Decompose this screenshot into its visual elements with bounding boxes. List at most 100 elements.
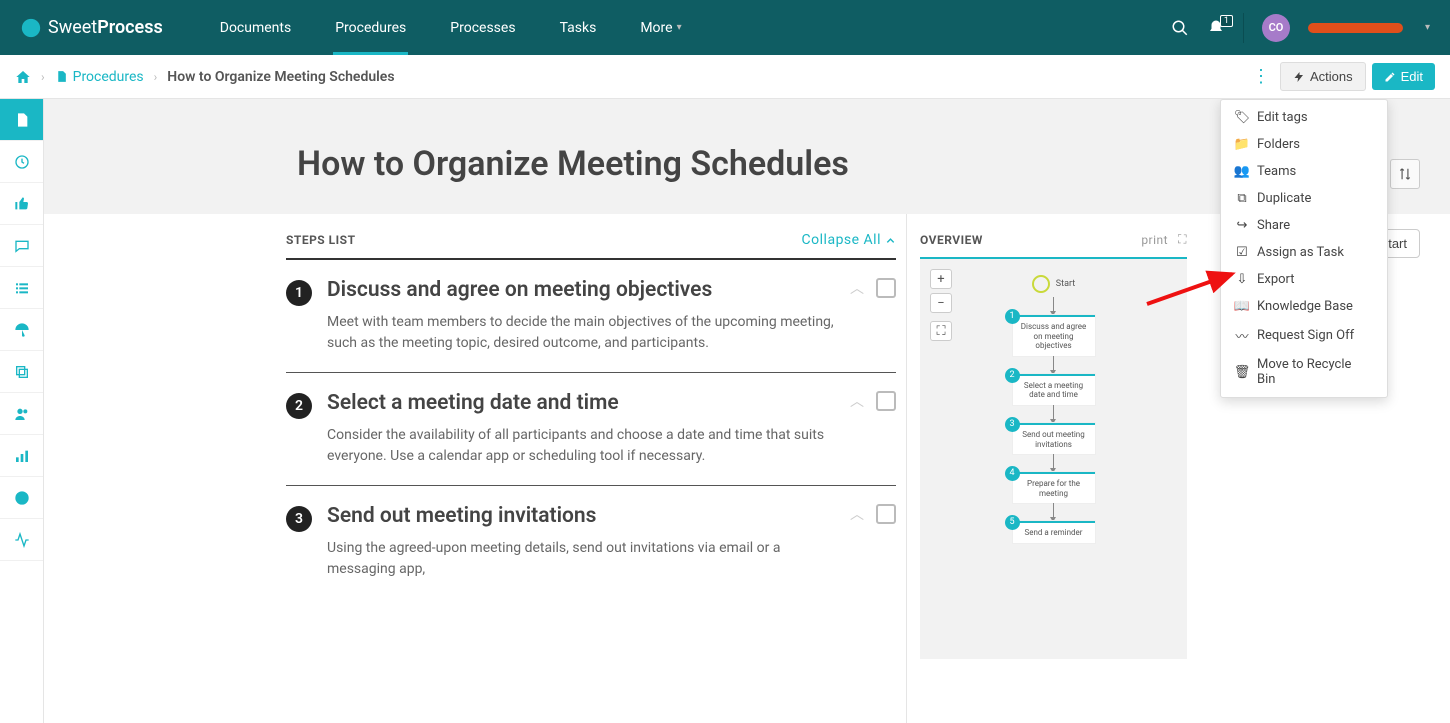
step-collapse-icon[interactable]: ︿ (850, 391, 864, 411)
print-button[interactable]: print (1141, 233, 1168, 247)
avatar[interactable]: CO (1262, 14, 1290, 42)
sidebar-item-chat[interactable] (0, 225, 43, 267)
dd-duplicate[interactable]: ⧉ Duplicate (1221, 185, 1387, 212)
crumb-procedures[interactable]: Procedures (55, 69, 144, 85)
sidebar-item-umbrella[interactable] (0, 309, 43, 351)
flow-node-label: Select a meeting date and time (1024, 381, 1083, 400)
activity-icon (14, 532, 30, 548)
flow-node[interactable]: 5Send a reminder (1013, 521, 1095, 543)
dd-label: Assign as Task (1257, 245, 1344, 260)
flow-node[interactable]: 4Prepare for the meeting (1013, 472, 1095, 503)
breadcrumb-bar: › Procedures › How to Organize Meeting S… (0, 55, 1450, 99)
nav-right: 1 CO ▾ (1171, 13, 1430, 43)
flow-start-node[interactable] (1032, 275, 1050, 293)
overview-title: OVERVIEW (920, 233, 983, 247)
flow-node[interactable]: 1Discuss and agree on meeting objectives (1013, 315, 1095, 356)
sidebar-item-activity[interactable] (0, 519, 43, 561)
page-title: How to Organize Meeting Schedules (297, 144, 1197, 184)
expand-icon[interactable]: ⛶ (1178, 232, 1187, 247)
dd-share[interactable]: ↪ Share (1221, 212, 1387, 239)
notifications-button[interactable]: 1 (1207, 19, 1225, 37)
crumb-current: How to Organize Meeting Schedules (167, 69, 394, 85)
step-number: 2 (286, 393, 312, 419)
chevron-down-icon: ▾ (677, 22, 682, 33)
edit-icon (1384, 71, 1396, 83)
step-row: 2 Select a meeting date and time Conside… (286, 373, 896, 486)
list-icon (14, 280, 30, 296)
sidebar-item-stats[interactable] (0, 435, 43, 477)
actions-button[interactable]: Actions (1280, 62, 1366, 91)
step-row: 3 Send out meeting invitations Using the… (286, 486, 896, 598)
user-chevron-down-icon[interactable]: ▾ (1425, 22, 1430, 33)
search-button[interactable] (1171, 19, 1189, 37)
edit-label: Edit (1401, 69, 1423, 84)
duplicate-icon: ⧉ (1235, 191, 1249, 206)
nav-procedures[interactable]: Procedures (313, 0, 428, 55)
flow-node-label: Send out meeting invitations (1022, 430, 1084, 449)
dd-label: Move to Recycle Bin (1257, 357, 1373, 387)
step-checkbox[interactable] (876, 391, 896, 411)
step-collapse-icon[interactable]: ︿ (850, 278, 864, 298)
top-nav: SweetProcess Documents Procedures Proces… (0, 0, 1450, 55)
sidebar-item-list[interactable] (0, 267, 43, 309)
dd-label: Share (1257, 218, 1290, 233)
zoom-controls: + − ⛶ (930, 269, 952, 341)
flowchart-panel: + − ⛶ Start 1Discuss and agree on meetin… (920, 259, 1187, 659)
dd-request-signoff[interactable]: 〰Request Sign Off (1221, 320, 1387, 351)
dd-label: Export (1257, 272, 1295, 287)
dd-assign-task[interactable]: ☑ Assign as Task (1221, 239, 1387, 266)
document-icon (14, 112, 30, 128)
sort-button[interactable] (1390, 159, 1420, 189)
flow-node[interactable]: 3Send out meeting invitations (1013, 423, 1095, 454)
more-vertical-icon[interactable]: ⋮ (1248, 66, 1274, 87)
dd-folders[interactable]: 📁Folders (1221, 131, 1387, 158)
flow-node-label: Discuss and agree on meeting objectives (1021, 322, 1086, 350)
dd-recycle-bin[interactable]: 🗑Move to Recycle Bin (1221, 351, 1387, 393)
clock-icon (14, 154, 30, 170)
zoom-out-button[interactable]: − (930, 293, 952, 313)
thumb-up-icon (14, 196, 30, 212)
sidebar-item-clock[interactable] (0, 141, 43, 183)
flow-node-label: Send a reminder (1025, 528, 1083, 537)
edit-button[interactable]: Edit (1372, 63, 1435, 90)
nav-documents[interactable]: Documents (198, 0, 313, 55)
dd-teams[interactable]: 👥Teams (1221, 158, 1387, 185)
step-collapse-icon[interactable]: ︿ (850, 504, 864, 524)
logo-text-sweet: Sweet (48, 17, 97, 38)
dd-label: Teams (1257, 164, 1296, 179)
fullscreen-button[interactable]: ⛶ (930, 321, 952, 341)
zoom-in-button[interactable]: + (930, 269, 952, 289)
step-row: 1 Discuss and agree on meeting objective… (286, 260, 896, 373)
flowchart: Start 1Discuss and agree on meeting obje… (930, 269, 1177, 543)
sidebar-item-users[interactable] (0, 393, 43, 435)
sidebar-item-copy[interactable] (0, 351, 43, 393)
check-square-icon: ☑ (1235, 245, 1249, 260)
dd-edit-tags[interactable]: 🏷Edit tags (1221, 104, 1387, 131)
breadcrumb: › Procedures › How to Organize Meeting S… (15, 69, 395, 85)
dd-export[interactable]: ⇩Export (1221, 266, 1387, 293)
signature-icon: 〰 (1235, 326, 1249, 345)
sidebar-item-thumb[interactable] (0, 183, 43, 225)
flow-arrow-icon (1053, 503, 1054, 521)
share-icon: ↪ (1235, 218, 1249, 233)
logo[interactable]: SweetProcess (20, 17, 163, 39)
sidebar-item-gear[interactable] (0, 477, 43, 519)
flow-node-label: Prepare for the meeting (1027, 479, 1080, 498)
home-icon[interactable] (15, 69, 31, 85)
collapse-all-label: Collapse All (802, 232, 881, 248)
collapse-all-button[interactable]: Collapse All (802, 232, 896, 248)
dd-knowledge-base[interactable]: 📖Knowledge Base (1221, 293, 1387, 320)
search-icon (1171, 19, 1189, 37)
nav-more[interactable]: More▾ (618, 0, 703, 55)
flow-arrow-icon (1053, 454, 1054, 472)
nav-tasks[interactable]: Tasks (538, 0, 619, 55)
dd-label: Duplicate (1257, 191, 1311, 206)
flow-node[interactable]: 2Select a meeting date and time (1013, 374, 1095, 405)
step-checkbox[interactable] (876, 278, 896, 298)
step-desc: Consider the availability of all partici… (327, 425, 836, 467)
step-desc: Meet with team members to decide the mai… (327, 312, 836, 354)
gear-icon (14, 490, 30, 506)
nav-processes[interactable]: Processes (428, 0, 537, 55)
sidebar-item-document[interactable] (0, 99, 43, 141)
step-checkbox[interactable] (876, 504, 896, 524)
